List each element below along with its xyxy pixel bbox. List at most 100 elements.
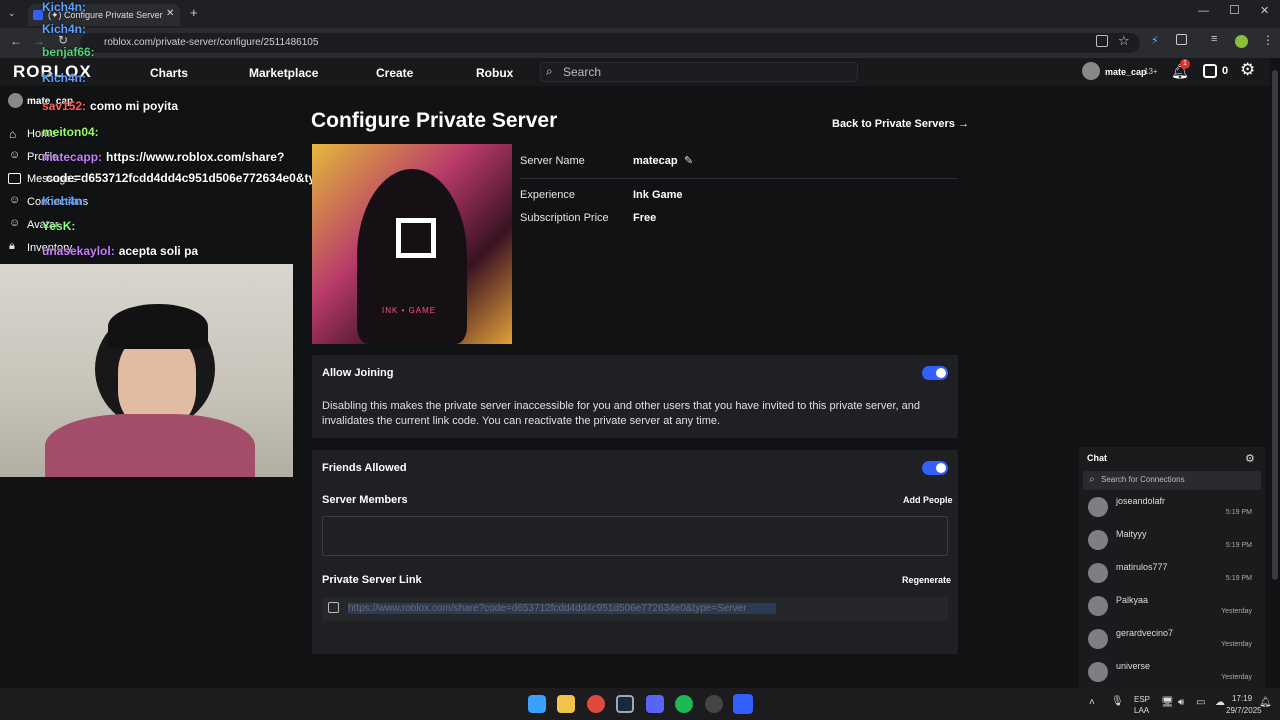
experience-link[interactable]: Ink Game: [633, 189, 683, 201]
minimize-button[interactable]: —: [1198, 5, 1209, 17]
private-server-link-value[interactable]: https://www.roblox.com/share?code=d65371…: [348, 603, 776, 614]
connections-icon: ☺: [9, 194, 21, 206]
tab-list-chevron-icon[interactable]: ⌄: [8, 8, 16, 19]
nav-robux[interactable]: Robux: [476, 66, 513, 80]
stream-chat-text: como mi poyita: [90, 99, 179, 113]
nav-create[interactable]: Create: [376, 66, 413, 80]
stream-chat-username: matecapp:: [42, 150, 103, 164]
profile-person-icon: ☺: [9, 149, 21, 161]
start-windows-icon[interactable]: [528, 695, 546, 713]
streamer-cap: [108, 304, 208, 349]
stream-chat-message: unasekaylol: acepta soli pa: [42, 244, 198, 258]
chat-widget: Chat ⚙ ⌕ Search for Connections joseando…: [1079, 447, 1265, 688]
contact-avatar: [1088, 662, 1108, 682]
age-badge: 13+: [1144, 67, 1158, 76]
stream-chat-text: https://www.roblox.com/share?: [106, 150, 285, 164]
copy-icon[interactable]: [328, 602, 339, 613]
sidebar-avatar[interactable]: [8, 93, 23, 108]
url-text: roblox.com/private-server/configure/2511…: [104, 37, 319, 48]
language-indicator-2[interactable]: LAA: [1134, 706, 1149, 715]
chrome-icon[interactable]: [587, 695, 605, 713]
contact-name: matirulos777: [1116, 562, 1168, 572]
media-icon[interactable]: ≡: [1211, 33, 1217, 45]
battery-icon[interactable]: ▭: [1196, 697, 1205, 708]
tray-chevron-icon[interactable]: ˄: [1089, 697, 1095, 708]
nav-charts[interactable]: Charts: [150, 66, 188, 80]
stream-chat-message: Kich4n:: [42, 194, 90, 208]
friends-allowed-toggle[interactable]: [922, 461, 948, 475]
bookmark-star-icon[interactable]: ☆: [1118, 33, 1130, 49]
connection-search-input[interactable]: ⌕ Search for Connections: [1083, 471, 1261, 490]
stream-chat-message: Kich4n:: [42, 0, 90, 14]
regenerate-button[interactable]: Regenerate: [902, 575, 951, 585]
chat-contact-row[interactable]: Maityyy 5:19 PM: [1079, 528, 1265, 560]
divider: [520, 178, 958, 179]
search-icon: ⌕: [546, 64, 553, 78]
experience-thumbnail: INK • GAME: [312, 144, 512, 344]
steam-icon[interactable]: [616, 695, 634, 713]
robux-icon[interactable]: [1203, 64, 1217, 78]
settings-gear-icon[interactable]: ⚙: [1240, 60, 1255, 80]
user-avatar[interactable]: [1082, 62, 1100, 80]
chat-contact-row[interactable]: joseandolafr 5:19 PM: [1079, 495, 1265, 527]
server-members-label: Server Members: [322, 494, 408, 506]
network-icon[interactable]: 🖥︎: [1161, 697, 1174, 708]
webcam-overlay: [0, 264, 293, 477]
language-indicator-1[interactable]: ESP: [1134, 695, 1150, 704]
notification-center-icon[interactable]: 🔔︎: [1259, 697, 1272, 708]
allow-joining-toggle[interactable]: [922, 366, 948, 380]
contact-time: Yesterday: [1221, 641, 1252, 648]
stream-chat-message: YesK:: [42, 219, 79, 233]
maximize-button[interactable]: [1230, 5, 1239, 14]
url-field[interactable]: roblox.com/private-server/configure/2511…: [80, 33, 1140, 53]
stream-chat-username: Kich4n:: [42, 71, 87, 85]
stream-chat-username: Kich4n:: [42, 194, 87, 208]
stream-chat-message: meiton04:: [42, 125, 103, 139]
private-server-link-label: Private Server Link: [322, 574, 422, 586]
search-placeholder: Search: [563, 65, 602, 79]
back-icon[interactable]: ←: [10, 34, 22, 48]
thumbnail-tag: INK • GAME: [382, 306, 437, 315]
chat-contact-row[interactable]: matirulos777 5:19 PM: [1079, 561, 1265, 593]
extension-icon[interactable]: ⚡: [1151, 34, 1159, 47]
back-to-private-servers-link[interactable]: Back to Private Servers →: [832, 118, 969, 130]
browser-menu-icon[interactable]: ⋮: [1262, 33, 1274, 47]
contact-name: joseandolafr: [1116, 496, 1166, 506]
username-label[interactable]: mate_cap: [1105, 67, 1147, 77]
obs-icon[interactable]: [705, 695, 723, 713]
contact-avatar: [1088, 563, 1108, 583]
profile-icon[interactable]: [1235, 35, 1248, 48]
cloud-icon[interactable]: ☁: [1215, 697, 1225, 708]
allow-joining-label: Allow Joining: [322, 367, 394, 379]
chat-contact-row[interactable]: gerardvecino7 Yesterday: [1079, 627, 1265, 659]
stream-chat-username: sav152:: [42, 99, 87, 113]
discord-icon[interactable]: [646, 695, 664, 713]
contact-time: 5:19 PM: [1225, 575, 1252, 582]
close-window-button[interactable]: ✕: [1260, 4, 1269, 17]
clock-date[interactable]: 29/7/2025: [1226, 706, 1262, 715]
search-input[interactable]: ⌕ Search: [540, 62, 858, 82]
inventory-lock-icon: 🔒︎: [9, 240, 15, 252]
translate-icon[interactable]: [1096, 35, 1108, 47]
edit-name-icon[interactable]: ✎: [684, 154, 693, 167]
extensions-puzzle-icon[interactable]: [1176, 34, 1187, 45]
robux-balance[interactable]: 0: [1222, 65, 1228, 77]
spotify-icon[interactable]: [675, 695, 693, 713]
microphone-tray-icon[interactable]: 🎙︎: [1111, 696, 1124, 707]
clock-time[interactable]: 17:19: [1232, 694, 1252, 703]
chat-settings-icon[interactable]: ⚙: [1245, 452, 1255, 465]
search-icon: ⌕: [1089, 474, 1095, 485]
allow-joining-description: Disabling this makes the private server …: [322, 400, 920, 427]
new-tab-button[interactable]: +: [190, 5, 198, 20]
scrollbar[interactable]: [1272, 70, 1278, 580]
contact-time: 5:19 PM: [1225, 542, 1252, 549]
roblox-taskbar-icon[interactable]: [733, 694, 753, 714]
chat-contact-row[interactable]: Palkyaa Yesterday: [1079, 594, 1265, 626]
nav-marketplace[interactable]: Marketplace: [249, 66, 318, 80]
add-people-button[interactable]: Add People: [903, 495, 953, 505]
volume-icon[interactable]: 🔊︎: [1178, 697, 1184, 708]
experience-label: Experience: [520, 189, 576, 201]
tab-close-icon[interactable]: ✕: [166, 8, 174, 19]
file-explorer-icon[interactable]: [557, 695, 575, 713]
browser-tab-bar: ⌄ (✦) Configure Private Server ✕ + — ✕: [0, 0, 1280, 28]
